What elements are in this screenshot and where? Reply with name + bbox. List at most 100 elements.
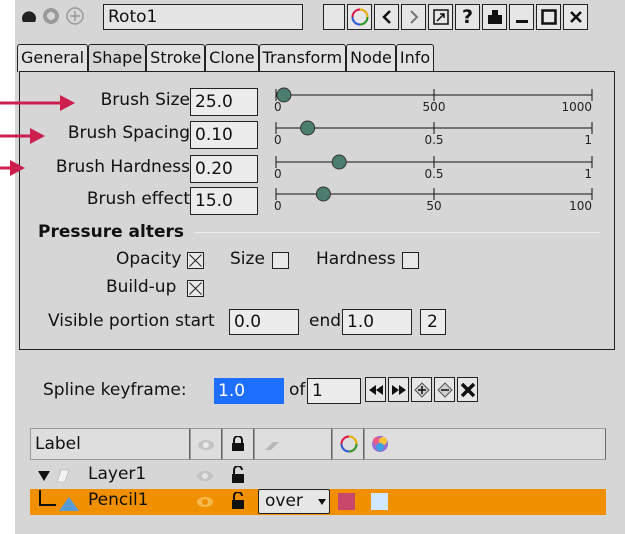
brush-spacing-slider[interactable]: 0 0.5 1: [272, 120, 612, 150]
lock-column-header[interactable]: [222, 428, 254, 460]
color-ring-icon: [340, 435, 358, 453]
slider-knob[interactable]: [315, 186, 331, 202]
section-separator: [195, 232, 600, 233]
tab-info[interactable]: Info: [395, 44, 435, 72]
slider-knob[interactable]: [300, 120, 316, 136]
overlay-icon: [487, 10, 502, 24]
visible-end-label: end: [309, 311, 342, 331]
visible-count-button[interactable]: 2: [420, 309, 446, 335]
visible-end-field[interactable]: 1.0: [342, 309, 412, 335]
tab-clone[interactable]: Clone: [205, 44, 259, 72]
brush-effect-label: Brush effect: [86, 189, 190, 209]
brush-size-field[interactable]: 25.0: [190, 88, 258, 116]
close-button[interactable]: [563, 4, 588, 30]
keyframe-of-label: of: [289, 380, 306, 400]
visible-portion-label: Visible portion start: [48, 311, 215, 331]
tab-shape[interactable]: Shape: [88, 44, 147, 72]
rewind-icon: [368, 384, 383, 395]
brush-size-label: Brush Size: [100, 90, 190, 110]
stroke-color-swatch[interactable]: [338, 493, 355, 510]
brush-size-row: Brush Size 25.0 0 500 1000: [20, 87, 616, 117]
brush-size-slider[interactable]: 0 500 1000: [272, 87, 612, 117]
brush-hardness-field[interactable]: 0.20: [190, 155, 258, 183]
close-icon: [569, 11, 582, 23]
overlay-color-swatch[interactable]: [371, 493, 388, 510]
lock-open-icon[interactable]: [231, 466, 245, 484]
color-wheel-button[interactable]: [347, 4, 372, 30]
visible-column-header[interactable]: [190, 428, 222, 460]
blend-mode-value: over: [265, 491, 303, 511]
eye-icon: [198, 440, 214, 450]
brush-spacing-field[interactable]: 0.10: [190, 121, 258, 149]
stroke-name[interactable]: Pencil1: [88, 490, 149, 510]
tab-general[interactable]: General: [17, 44, 89, 72]
color-column-header[interactable]: [332, 428, 364, 460]
annotation-arrows: [0, 95, 75, 176]
eye-icon[interactable]: [196, 470, 214, 482]
brush-spacing-label: Brush Spacing: [67, 123, 190, 143]
overlay-color-column-header[interactable]: [364, 428, 606, 460]
layer-name[interactable]: Layer1: [88, 464, 146, 484]
brush-effect-row: Brush effect 15.0 0 50 100: [20, 186, 616, 216]
lock-open-icon[interactable]: [231, 492, 245, 510]
slider-tick-label: 1: [584, 133, 592, 147]
minimize-button[interactable]: [509, 4, 534, 30]
chevron-left-icon: [381, 10, 391, 24]
slider-tick-label: 100: [569, 199, 592, 213]
blend-mode-select[interactable]: over: [258, 489, 330, 514]
settings-gear-icon[interactable]: [41, 6, 61, 26]
node-name-field[interactable]: Roto1: [103, 4, 303, 30]
lock-icon: [232, 435, 244, 451]
hide-overlay-button[interactable]: [482, 4, 507, 30]
pencil-shape-icon: [59, 497, 79, 511]
hardness-label: Hardness: [316, 249, 396, 269]
tab-node[interactable]: Node: [346, 44, 396, 72]
slider-knob[interactable]: [331, 154, 347, 170]
visible-start-field[interactable]: 0.0: [229, 309, 299, 335]
eye-icon[interactable]: [196, 496, 214, 508]
next-keyframe-button[interactable]: [388, 377, 409, 402]
motion-blur-icon: [265, 442, 279, 450]
brush-hardness-slider[interactable]: 0 0.5 1: [272, 154, 612, 184]
motion-blur-column-header[interactable]: [254, 428, 332, 460]
opacity-checkbox[interactable]: [187, 252, 204, 269]
previous-button[interactable]: [374, 4, 399, 30]
color-ball-icon: [372, 436, 388, 452]
tab-stroke[interactable]: Stroke: [146, 44, 206, 72]
add-keyframe-button[interactable]: [411, 377, 432, 402]
slider-tick-label: 500: [422, 100, 446, 114]
remove-keyframe-button[interactable]: [434, 377, 455, 402]
add-icon[interactable]: [65, 6, 85, 26]
spline-keyframe-field[interactable]: 1.0: [214, 378, 284, 404]
maximize-icon: [540, 9, 557, 25]
size-checkbox[interactable]: [272, 252, 289, 269]
dropdown-arrow-icon: [318, 499, 326, 505]
tab-transform[interactable]: Transform: [258, 44, 347, 72]
previous-keyframe-button[interactable]: [365, 377, 386, 402]
label-column-header[interactable]: Label: [30, 428, 190, 460]
center-node-button[interactable]: [428, 4, 453, 30]
table-row[interactable]: Pencil1 over: [30, 489, 606, 515]
help-button[interactable]: ?: [455, 4, 480, 30]
brush-hardness-row: Brush Hardness 0.20 0 0.5 1: [20, 154, 616, 184]
minimize-panel-button[interactable]: [323, 4, 345, 30]
clear-icon: [460, 382, 475, 397]
keyframe-total-field[interactable]: 1: [307, 378, 361, 404]
maximize-button[interactable]: [536, 4, 561, 30]
color-wheel-icon: [351, 8, 368, 26]
table-row[interactable]: Layer1: [30, 463, 606, 489]
brush-effect-slider[interactable]: 0 50 100: [272, 186, 612, 216]
tab-bar: General Shape Stroke Clone Transform Nod…: [17, 44, 435, 72]
shape-tab-content: Brush Size 25.0 0 500 1000 Brush Spacing 0…: [19, 71, 615, 350]
next-button[interactable]: [401, 4, 426, 30]
expand-triangle-icon[interactable]: [37, 470, 51, 482]
slider-tick-label: 50: [426, 199, 442, 213]
slider-tick-label: 0: [274, 199, 282, 213]
layer-icon: [56, 469, 70, 483]
collapse-icon[interactable]: [19, 6, 39, 26]
brush-effect-field[interactable]: 15.0: [190, 187, 258, 215]
hardness-checkbox[interactable]: [402, 252, 419, 269]
buildup-checkbox[interactable]: [187, 280, 204, 297]
brush-spacing-row: Brush Spacing 0.10 0 0.5 1: [20, 120, 616, 150]
clear-keyframes-button[interactable]: [457, 377, 478, 402]
